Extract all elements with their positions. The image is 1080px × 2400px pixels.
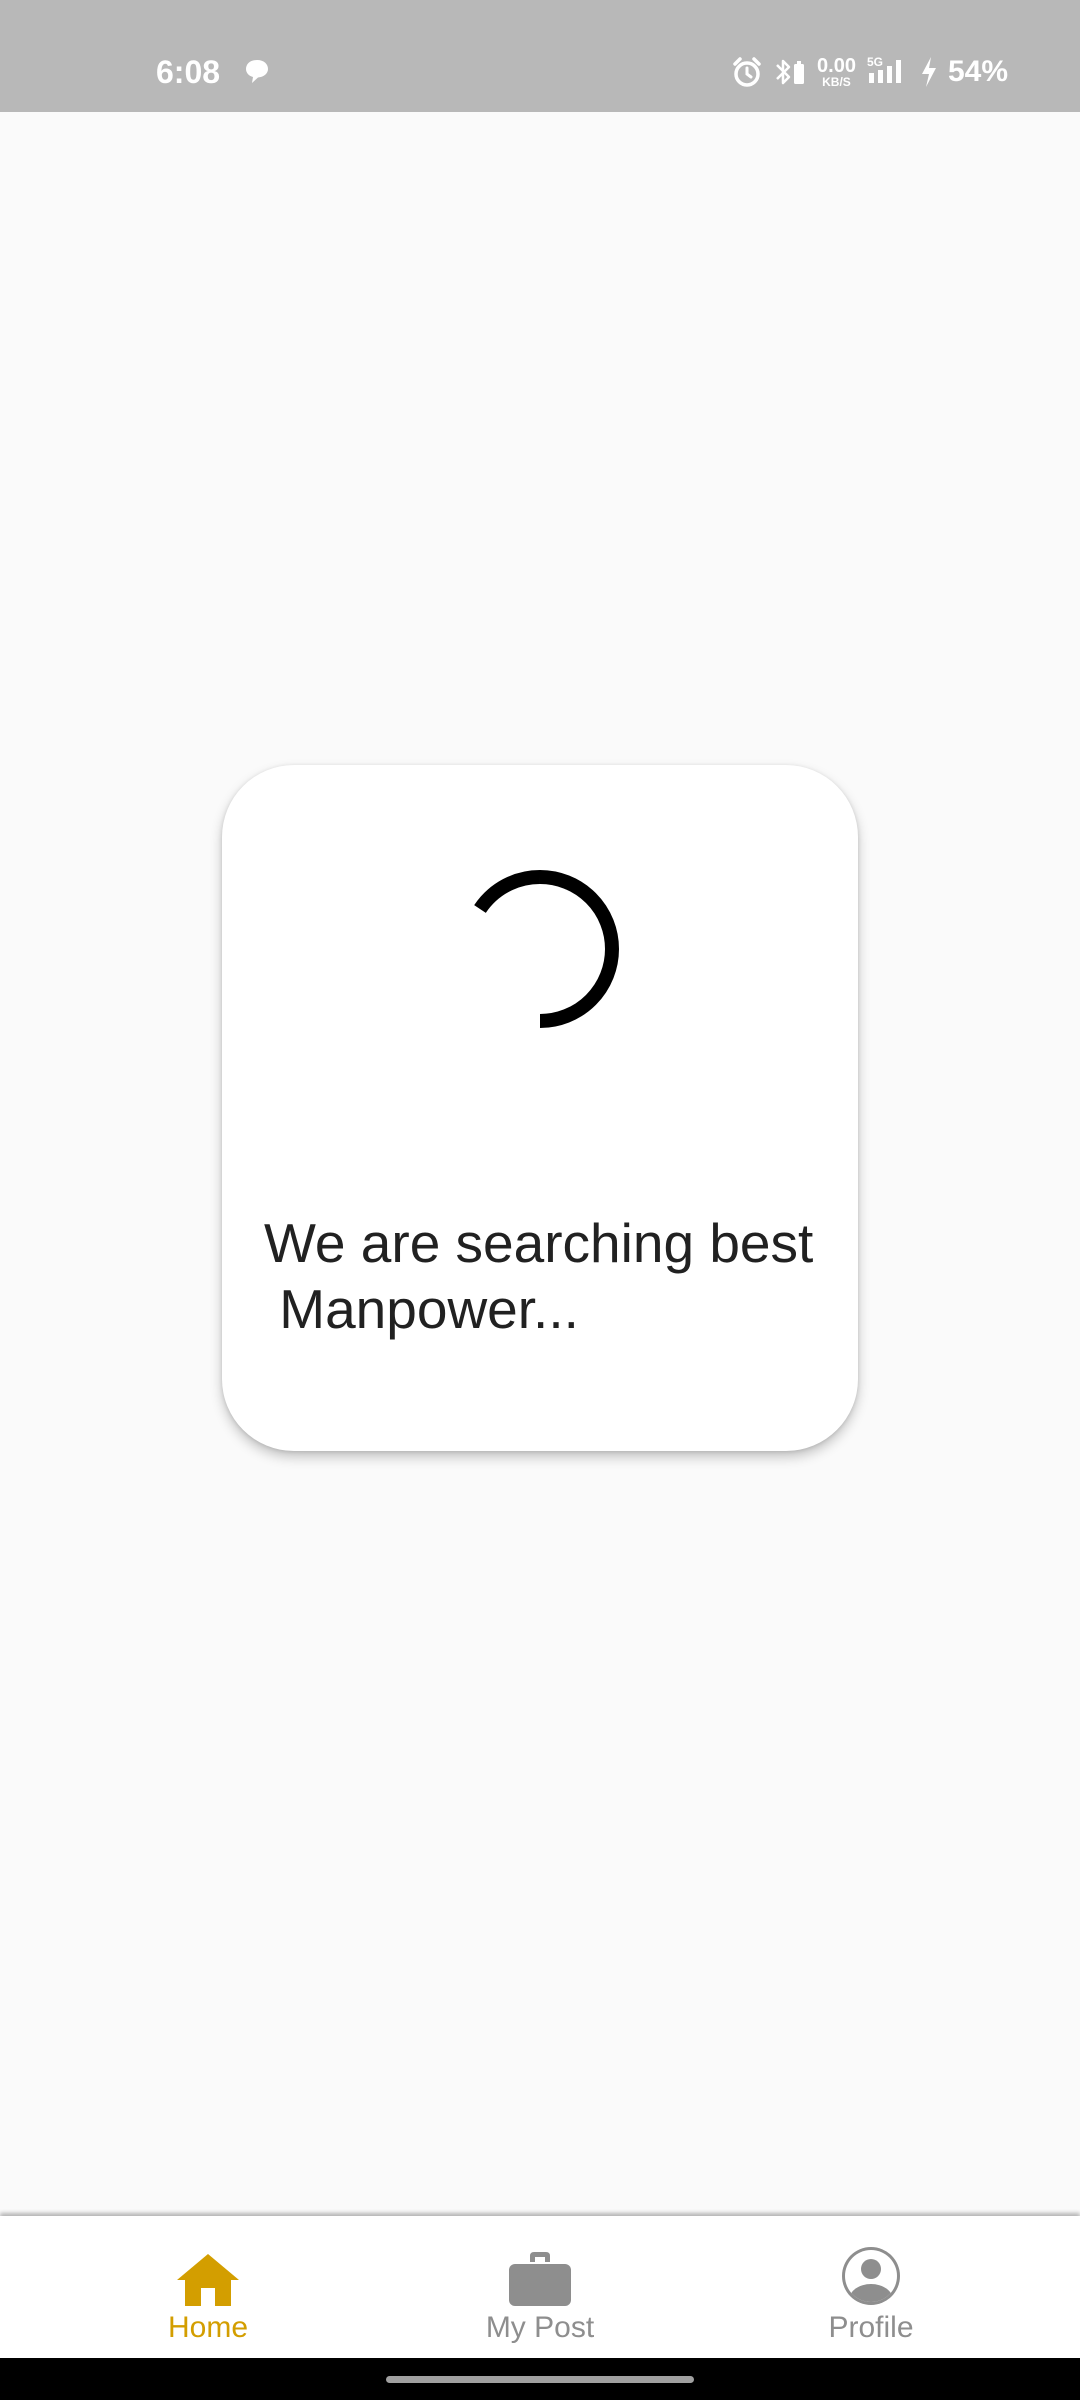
nav-item-profile[interactable]: Profile: [741, 2216, 1001, 2358]
bluetooth-battery-icon: [776, 59, 805, 85]
network-speed-value: 0.00: [817, 55, 856, 77]
nav-label-home: Home: [167, 2311, 249, 2344]
network-speed-unit: KB/S: [822, 75, 851, 89]
briefcase-icon: [506, 2246, 574, 2308]
system-gesture-bar: [0, 2358, 1080, 2400]
account-circle-icon: [837, 2246, 905, 2308]
network-speed: 0.00 KB/S: [817, 56, 856, 88]
nav-label-profile: Profile: [828, 2311, 914, 2344]
nav-item-my-post[interactable]: My Post: [410, 2216, 670, 2358]
status-icons: 0.00 KB/S 5G 54%: [731, 50, 1008, 94]
nav-label-my-post: My Post: [485, 2311, 595, 2344]
signal-5g-icon: 5G: [867, 55, 901, 83]
signal-label: 5G: [867, 55, 883, 69]
nav-item-home[interactable]: Home: [78, 2216, 338, 2358]
loading-spinner: [474, 869, 619, 1028]
battery-percentage: 54%: [947, 55, 1008, 88]
status-bar: 6:08 0.00 KB/S 5G 54%: [0, 0, 1080, 112]
home-icon: [174, 2246, 242, 2308]
loading-message: We are searching best Manpower...: [264, 1212, 814, 1340]
gesture-handle[interactable]: [386, 2376, 694, 2383]
charging-icon: [921, 57, 936, 87]
bottom-navigation: Home My Post Profile: [0, 2216, 1080, 2358]
status-time: 6:08: [156, 54, 221, 90]
loading-dialog: We are searching best Manpower...: [222, 765, 858, 1451]
chat-notification-icon: [246, 60, 268, 83]
alarm-icon: [733, 57, 761, 87]
